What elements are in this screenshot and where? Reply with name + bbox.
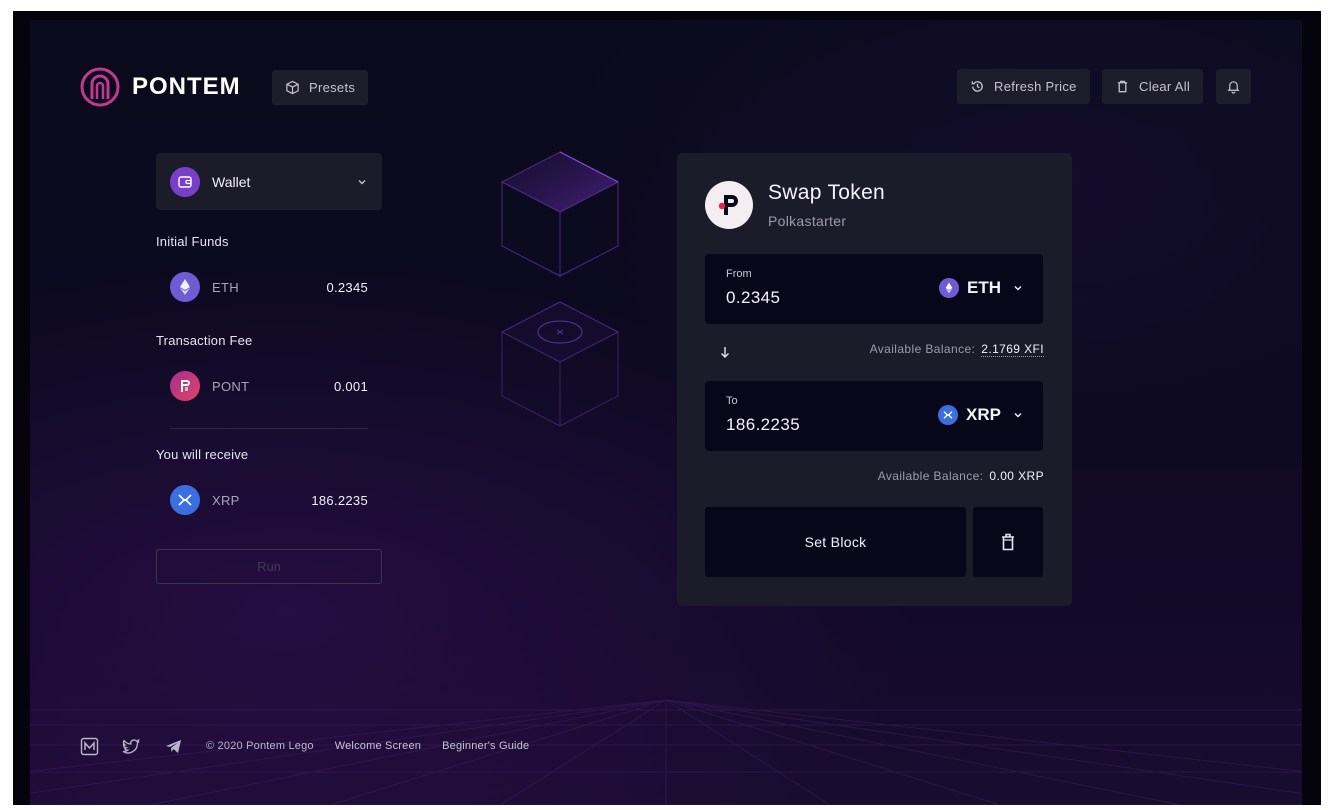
to-amount-input[interactable]: 186.2235	[726, 415, 800, 435]
initial-funds-row: ETH 0.2345	[170, 272, 368, 302]
clear-all-label: Clear All	[1139, 79, 1191, 94]
pontem-logo-icon	[80, 67, 120, 107]
eth-icon	[170, 272, 200, 302]
from-label: From	[726, 268, 752, 280]
transaction-fee-symbol: PONT	[212, 378, 250, 394]
twitter-icon[interactable]	[122, 737, 141, 756]
clear-all-button[interactable]: Clear All	[1102, 69, 1204, 104]
from-field[interactable]: From 0.2345 ETH	[705, 254, 1043, 324]
wallet-select[interactable]: Wallet	[156, 153, 382, 210]
footer: © 2020 Pontem Lego Welcome Screen Beginn…	[80, 736, 550, 756]
to-token-select[interactable]: XRP	[938, 405, 1023, 425]
initial-funds-title: Initial Funds	[156, 234, 229, 249]
receive-symbol: XRP	[212, 492, 240, 508]
cube-wireframe-top	[500, 151, 620, 277]
chevron-down-icon	[1014, 413, 1022, 418]
medium-icon[interactable]	[80, 737, 99, 756]
from-token-label: ETH	[967, 278, 1001, 297]
from-available-balance: Available Balance: 2.1769 XFI	[869, 342, 1044, 357]
telegram-icon[interactable]	[164, 737, 183, 756]
cube-wireframe-bottom	[500, 301, 620, 427]
copyright-text: © 2020 Pontem Lego	[206, 740, 314, 752]
presets-label: Presets	[309, 80, 356, 95]
trash-icon	[1002, 533, 1014, 551]
notifications-button[interactable]	[1216, 69, 1251, 104]
chevron-down-icon	[358, 179, 366, 184]
refresh-price-button[interactable]: Refresh Price	[957, 69, 1090, 104]
card-title: Swap Token	[768, 181, 886, 204]
presets-button[interactable]: Presets	[272, 70, 369, 105]
delete-block-button[interactable]	[973, 507, 1043, 577]
app-window: PONTEM Presets Refresh Price Clear All W…	[30, 20, 1302, 805]
wallet-label: Wallet	[212, 173, 251, 190]
from-balance-value: 2.1769 XFI	[981, 342, 1044, 357]
to-label: To	[726, 395, 738, 407]
receive-row: XRP 186.2235	[170, 485, 368, 515]
trash-icon	[1117, 80, 1128, 93]
divider	[170, 428, 368, 429]
from-token-select[interactable]: ETH	[939, 278, 1023, 298]
receive-title: You will receive	[156, 447, 249, 462]
pont-icon	[170, 371, 200, 401]
wallet-icon	[170, 166, 200, 197]
beginners-guide-link[interactable]: Beginner's Guide	[442, 740, 529, 752]
eth-icon	[939, 278, 959, 298]
bell-icon	[1227, 81, 1240, 94]
card-subtitle: Polkastarter	[768, 213, 847, 229]
receive-value: 186.2235	[311, 492, 368, 508]
initial-funds-symbol: ETH	[212, 279, 239, 295]
arrow-down-icon[interactable]	[719, 345, 731, 359]
to-token-label: XRP	[966, 405, 1001, 424]
welcome-screen-link[interactable]: Welcome Screen	[335, 740, 421, 752]
from-balance-label: Available Balance:	[869, 342, 976, 356]
from-amount-input[interactable]: 0.2345	[726, 288, 780, 308]
initial-funds-value: 0.2345	[326, 279, 368, 295]
xrp-icon	[170, 485, 200, 515]
swap-token-card: Swap Token Polkastarter From 0.2345 ETH …	[677, 153, 1072, 606]
run-button[interactable]: Run	[156, 549, 382, 584]
transaction-fee-value: 0.001	[333, 378, 368, 394]
polkastarter-logo	[705, 181, 753, 229]
transaction-fee-title: Transaction Fee	[156, 333, 253, 348]
set-block-button[interactable]: Set Block	[705, 507, 966, 577]
chevron-down-icon	[1014, 286, 1022, 291]
pontem-logo[interactable]: PONTEM	[80, 67, 241, 107]
to-balance-label: Available Balance:	[877, 469, 984, 483]
logo-text: PONTEM	[132, 73, 241, 100]
to-balance-value: 0.00 XRP	[989, 469, 1044, 483]
refresh-price-label: Refresh Price	[994, 79, 1077, 94]
grid-floor-background	[30, 699, 1302, 805]
history-icon	[971, 81, 983, 92]
cube-icon	[286, 80, 299, 95]
transaction-fee-row: PONT 0.001	[170, 371, 368, 401]
xrp-icon	[938, 405, 959, 425]
to-available-balance: Available Balance: 0.00 XRP	[878, 469, 1044, 483]
to-field[interactable]: To 186.2235 XRP	[705, 381, 1043, 451]
